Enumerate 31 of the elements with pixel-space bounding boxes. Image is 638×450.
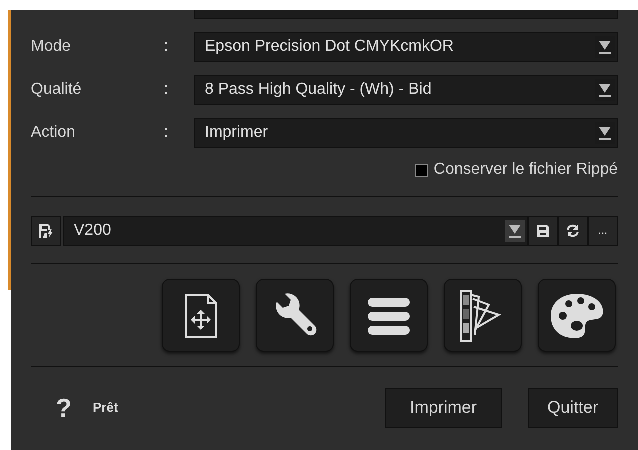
checkbox-label: Conserver le fichier Rippé (434, 160, 618, 180)
palette-button[interactable] (538, 279, 616, 352)
list-button[interactable] (350, 279, 428, 352)
save-flash-button[interactable] (31, 216, 61, 246)
layout-button[interactable] (162, 279, 240, 352)
dropdown-field[interactable] (194, 10, 618, 19)
checkbox[interactable] (414, 164, 428, 176)
help-button[interactable]: ? (56, 388, 93, 428)
field-label: Action (31, 123, 76, 143)
dropdown-field[interactable]: 8 Pass High Quality - (Wh) - Bid (194, 75, 618, 105)
refresh-button[interactable] (558, 216, 588, 246)
floppy-lightning-icon (38, 223, 54, 239)
status-text: Prêt (93, 399, 120, 418)
print-button[interactable]: Imprimer (385, 388, 502, 428)
profile-dropdown[interactable]: V200 (63, 216, 528, 246)
separator-text: : (164, 37, 170, 57)
field-label: Mode (31, 37, 72, 57)
palette-icon (549, 292, 605, 340)
document-move-icon (184, 292, 218, 338)
dropdown-field[interactable]: Epson Precision Dot CMYKcmkOR (194, 32, 618, 62)
separator-text: : (164, 80, 170, 100)
swatches-button[interactable] (444, 279, 522, 352)
more-button[interactable]: ... (588, 216, 618, 246)
dropdown-field[interactable]: Imprimer (194, 118, 618, 148)
settings-button[interactable] (256, 279, 334, 352)
save-button[interactable] (528, 216, 558, 246)
menu-icon (367, 296, 411, 336)
refresh-icon (566, 224, 580, 238)
quit-button[interactable]: Quitter (528, 388, 618, 428)
field-label: Qualité (31, 80, 83, 100)
separator-text: : (164, 123, 170, 143)
